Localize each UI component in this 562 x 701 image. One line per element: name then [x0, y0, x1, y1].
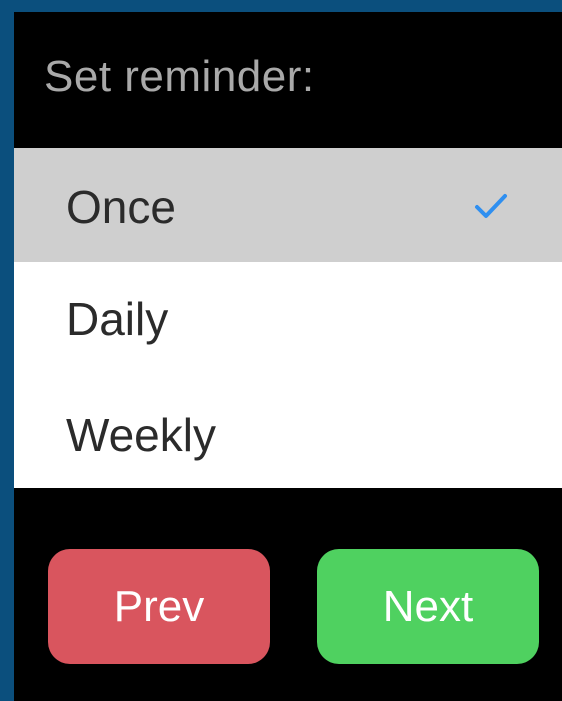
option-label: Weekly: [66, 409, 216, 461]
option-daily[interactable]: Daily: [14, 262, 562, 372]
option-once[interactable]: Once: [14, 148, 562, 262]
option-weekly[interactable]: Weekly: [14, 372, 562, 488]
option-label: Daily: [66, 293, 169, 345]
button-bar: Prev Next: [14, 488, 562, 701]
page-title: Set reminder:: [44, 52, 315, 101]
next-button[interactable]: Next: [317, 549, 539, 664]
checkmark-icon: [475, 194, 507, 218]
reminder-options-list: Once Daily Weekly: [14, 148, 562, 488]
prev-button[interactable]: Prev: [48, 549, 270, 664]
reminder-dialog: Set reminder: Once Daily Weekly Prev Nex…: [14, 12, 562, 701]
option-label: Once: [66, 181, 176, 233]
